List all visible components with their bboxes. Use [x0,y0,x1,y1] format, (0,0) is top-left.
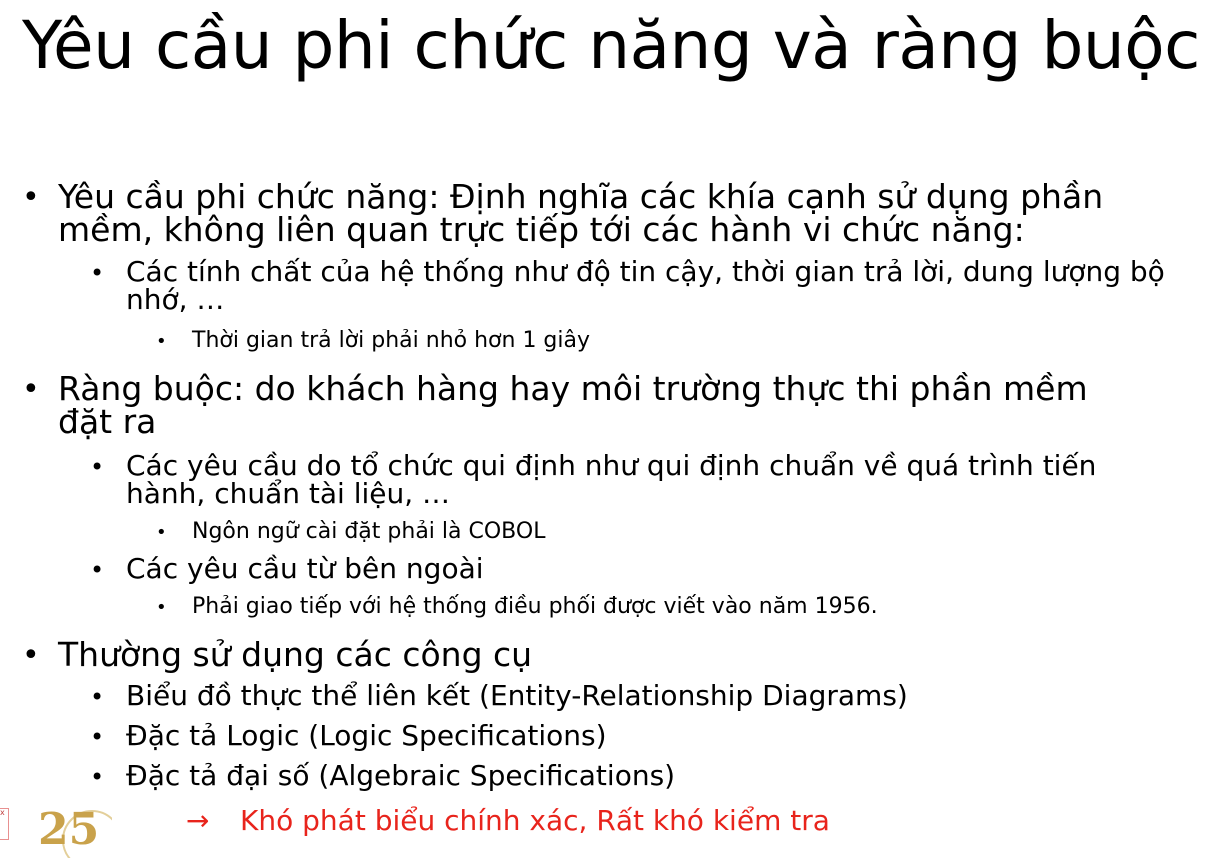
bullet-text: Ràng buộc: do khách hàng hay môi trường … [58,369,1088,441]
bullet-dot: • [90,453,105,481]
sub-sub-bullet-interface-1956: • Phải giao tiếp với hệ thống điều phối … [156,596,1196,618]
corner-mark-icon: x [0,808,9,840]
bullet-dot: • [90,259,105,287]
bullet-text: Yêu cầu phi chức năng: Định nghĩa các kh… [58,177,1104,249]
bullet-dot: • [156,331,167,352]
bullet-text: Phải giao tiếp với hệ thống điều phối đư… [192,594,878,619]
bullet-text: Các yêu cầu từ bên ngoài [126,552,484,585]
bullet-dot: • [156,522,167,543]
sub-bullet-organization-requirements: • Các yêu cầu do tổ chức qui định như qu… [90,452,1150,508]
bullet-dot: • [90,763,105,791]
conclusion-text: Khó phát biểu chính xác, Rất khó kiểm tr… [240,804,830,837]
slide-title: Yêu cầu phi chức năng và ràng buộc [22,7,1200,84]
bullet-text: Thường sử dụng các công cụ [58,635,533,674]
bullet-constraints: • Ràng buộc: do khách hàng hay môi trườn… [22,372,1132,438]
bullet-text: Đặc tả Logic (Logic Specifications) [126,719,607,752]
arrow-right-icon: → [186,804,210,837]
sub-bullet-properties: • Các tính chất của hệ thống như độ tin … [90,258,1170,314]
sub-bullet-er-diagrams: • Biểu đồ thực thể liên kết (Entity-Rela… [90,682,1150,710]
bullet-text: Các tính chất của hệ thống như độ tin cậ… [126,255,1165,316]
bullet-text: Biểu đồ thực thể liên kết (Entity-Relati… [126,679,908,712]
bullet-text: Ngôn ngữ cài đặt phải là COBOL [192,519,546,544]
bullet-nonfunctional: • Yêu cầu phi chức năng: Định nghĩa các … [22,180,1132,246]
bullet-text: Các yêu cầu do tổ chức qui định như qui … [126,449,1097,510]
sub-bullet-external-requirements: • Các yêu cầu từ bên ngoài [90,555,1150,583]
conclusion-line: → Khó phát biểu chính xác, Rất khó kiểm … [186,804,830,837]
bullet-dot: • [90,723,105,751]
logo-digits: 25 [38,808,100,855]
bullet-text: Đặc tả đại số (Algebraic Specifications) [126,759,676,792]
bullet-tools: • Thường sử dụng các công cụ [22,638,1132,671]
sub-bullet-logic-specifications: • Đặc tả Logic (Logic Specifications) [90,722,1150,750]
sub-sub-bullet-cobol: • Ngôn ngữ cài đặt phải là COBOL [156,521,1156,543]
bullet-dot: • [156,597,167,618]
bullet-dot: • [22,638,40,673]
sub-bullet-algebraic-specifications: • Đặc tả đại số (Algebraic Specification… [90,762,1150,790]
bullet-dot: • [22,180,40,215]
sub-sub-bullet-response-time: • Thời gian trả lời phải nhỏ hơn 1 giây [156,330,1156,352]
bullet-text: Thời gian trả lời phải nhỏ hơn 1 giây [192,328,591,353]
anniversary-logo: 25 [38,808,112,858]
bullet-dot: • [90,683,105,711]
bullet-dot: • [90,556,105,584]
bullet-dot: • [22,372,40,407]
